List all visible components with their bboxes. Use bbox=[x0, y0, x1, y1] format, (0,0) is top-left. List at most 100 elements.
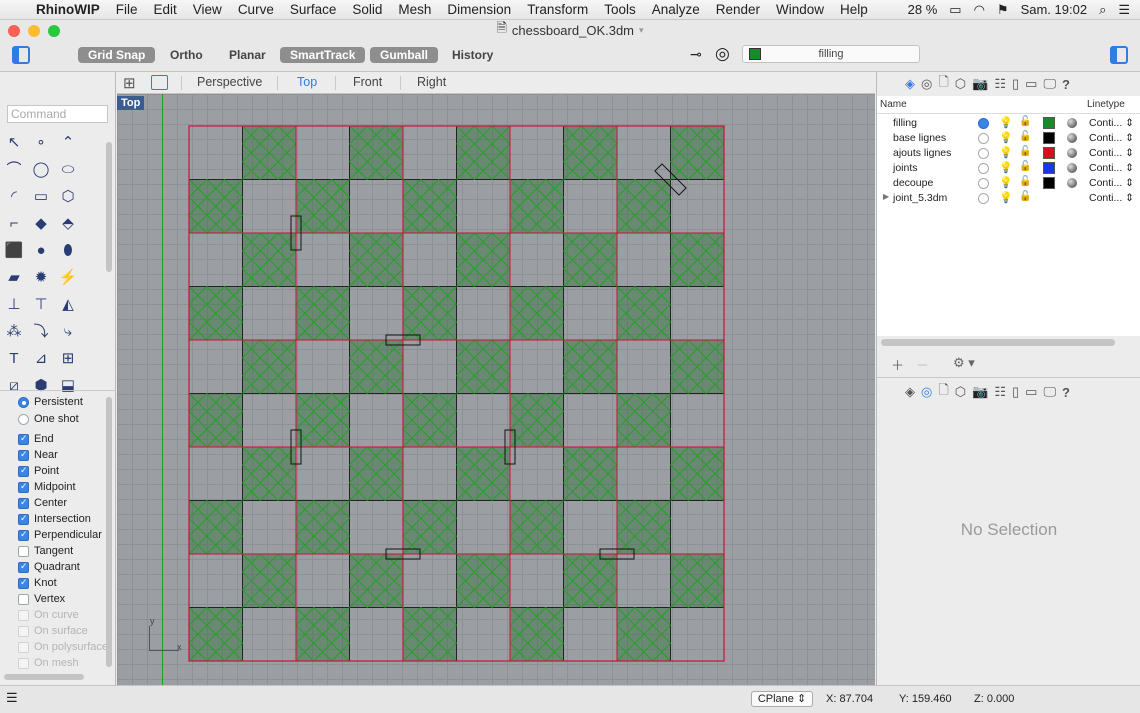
current-layer-radio[interactable] bbox=[978, 178, 989, 189]
lightbulb-icon[interactable]: 💡 bbox=[999, 176, 1013, 189]
layer-row[interactable]: filling 💡 🔓 Conti... ⇕ bbox=[877, 116, 1140, 131]
join-icon[interactable]: ⤵ bbox=[30, 321, 52, 343]
menu-view[interactable]: View bbox=[185, 2, 230, 17]
boolean-icon[interactable]: ⚡ bbox=[57, 267, 79, 289]
layer-color-swatch[interactable] bbox=[1043, 177, 1055, 189]
osnap-tangent[interactable]: Tangent bbox=[18, 544, 73, 558]
layer-name[interactable]: joints bbox=[893, 162, 918, 174]
layer-name[interactable]: decoupe bbox=[893, 177, 933, 189]
menu-curve[interactable]: Curve bbox=[230, 2, 282, 17]
menu-dimension[interactable]: Dimension bbox=[439, 2, 519, 17]
toggle-left-sidebar-button[interactable] bbox=[12, 46, 30, 64]
layout-icon[interactable]: ▯ bbox=[1012, 76, 1019, 92]
layer-color-swatch[interactable] bbox=[1043, 132, 1055, 144]
lights-icon[interactable]: ☷ bbox=[994, 76, 1006, 92]
layer-color-swatch[interactable] bbox=[1043, 147, 1055, 159]
gear-solid-icon[interactable]: ✹ bbox=[30, 267, 52, 289]
menu-transform[interactable]: Transform bbox=[519, 2, 596, 17]
layer-name[interactable]: filling bbox=[893, 117, 917, 129]
four-viewports-icon[interactable]: ⊞ bbox=[123, 74, 136, 92]
layer-row[interactable]: base lignes 💡 🔓 Conti... ⇕ bbox=[877, 131, 1140, 146]
checkbox[interactable] bbox=[18, 481, 29, 493]
group-icon[interactable]: ⁂ bbox=[3, 321, 25, 343]
box-icon[interactable]: ⬛ bbox=[3, 240, 25, 262]
battery-icon[interactable]: ▭ bbox=[949, 2, 961, 18]
curve-icon[interactable]: ⌒ bbox=[3, 159, 25, 181]
properties-icon[interactable]: ◎ bbox=[921, 76, 932, 92]
object-icon[interactable]: ⬡ bbox=[955, 384, 966, 400]
split-icon[interactable]: ⊤ bbox=[30, 294, 52, 316]
lock-icon[interactable]: 🔓 bbox=[1019, 176, 1031, 187]
window-icon[interactable]: ▭ bbox=[1025, 76, 1037, 92]
trim-icon[interactable]: ⊥ bbox=[3, 294, 25, 316]
layers-header-name[interactable]: Name bbox=[880, 96, 907, 113]
arc-icon[interactable]: ◜ bbox=[3, 186, 25, 208]
text-icon[interactable]: T bbox=[3, 348, 25, 370]
osnap-scrollbar[interactable] bbox=[106, 397, 112, 667]
cplane-selector[interactable]: CPlane ⇕ bbox=[751, 691, 813, 707]
linetype-selector[interactable]: Conti... ⇕ bbox=[1089, 177, 1134, 189]
osnap-center[interactable]: Center bbox=[18, 496, 67, 510]
material-icon[interactable] bbox=[1067, 178, 1077, 188]
point-icon[interactable]: ∘ bbox=[30, 132, 52, 154]
linetype-selector[interactable]: Conti... ⇕ bbox=[1089, 192, 1134, 204]
osnap-quadrant[interactable]: Quadrant bbox=[18, 560, 80, 574]
current-layer-selector[interactable]: filling bbox=[742, 45, 920, 63]
menu-app[interactable]: RhinoWIP bbox=[34, 2, 108, 17]
checkbox[interactable] bbox=[18, 593, 29, 605]
remove-layer-button[interactable]: － bbox=[916, 355, 929, 374]
analyze-icon[interactable]: ⬓ bbox=[57, 375, 79, 397]
tab-top[interactable]: Top bbox=[297, 75, 317, 89]
camera-icon[interactable]: 📷 bbox=[972, 76, 988, 92]
radio-persistent[interactable] bbox=[18, 396, 29, 408]
ellipse-icon[interactable]: ⬭ bbox=[57, 159, 79, 181]
tab-perspective[interactable]: Perspective bbox=[197, 75, 262, 89]
gear-icon[interactable]: ⚙ ▾ bbox=[953, 355, 975, 374]
layer-row[interactable]: decoupe 💡 🔓 Conti... ⇕ bbox=[877, 176, 1140, 191]
lock-icon[interactable]: 🔓 bbox=[1019, 146, 1031, 157]
checkbox[interactable] bbox=[18, 529, 29, 541]
transform-icon[interactable]: ⧄ bbox=[3, 375, 25, 397]
lock-icon[interactable]: 🔓 bbox=[1019, 191, 1031, 202]
zoom-window-button[interactable] bbox=[48, 25, 60, 37]
chevron-down-icon[interactable]: ▾ bbox=[639, 25, 644, 36]
mesh-icon[interactable]: ◭ bbox=[57, 294, 79, 316]
current-layer-radio[interactable] bbox=[978, 148, 989, 159]
layer-name[interactable]: base lignes bbox=[893, 132, 946, 144]
osnap-perpendicular[interactable]: Perpendicular bbox=[18, 528, 102, 542]
layers-icon[interactable]: ◈ bbox=[905, 384, 915, 400]
lightbulb-icon[interactable]: 💡 bbox=[999, 191, 1013, 204]
wifi-icon[interactable]: ◠ bbox=[974, 2, 985, 18]
close-window-button[interactable] bbox=[8, 25, 20, 37]
search-icon[interactable]: ⌕ bbox=[1099, 2, 1106, 18]
osnap-knot[interactable]: Knot bbox=[18, 576, 57, 590]
menu-analyze[interactable]: Analyze bbox=[644, 2, 708, 17]
checkbox[interactable] bbox=[18, 497, 29, 509]
linetype-selector[interactable]: Conti... ⇕ bbox=[1089, 117, 1134, 129]
layers-header-linetype[interactable]: Linetype bbox=[1087, 96, 1125, 113]
lightbulb-icon[interactable]: 💡 bbox=[999, 131, 1013, 144]
material-icon[interactable] bbox=[1067, 148, 1077, 158]
minimize-window-button[interactable] bbox=[28, 25, 40, 37]
camera-icon[interactable]: 📷 bbox=[972, 384, 988, 400]
flag-icon[interactable]: ⚑ bbox=[997, 2, 1009, 18]
menu-help[interactable]: Help bbox=[832, 2, 876, 17]
render-icon[interactable]: ⬢ bbox=[30, 375, 52, 397]
help-icon[interactable]: ? bbox=[1062, 385, 1070, 400]
display-icon[interactable]: 🖵 bbox=[1043, 384, 1056, 400]
command-input[interactable]: Command bbox=[7, 105, 108, 123]
document-icon[interactable]: 🗋 bbox=[938, 73, 948, 95]
layers-icon[interactable]: ◈ bbox=[905, 76, 915, 92]
menu-window[interactable]: Window bbox=[768, 2, 832, 17]
layers-hscrollbar[interactable] bbox=[881, 339, 1115, 346]
fillet-icon[interactable]: ⌐ bbox=[3, 213, 25, 235]
linetype-selector[interactable]: Conti... ⇕ bbox=[1089, 162, 1134, 174]
left-hscrollbar[interactable] bbox=[4, 674, 84, 680]
lightbulb-icon[interactable]: 💡 bbox=[999, 146, 1013, 159]
menu-file[interactable]: File bbox=[108, 2, 146, 17]
menu-surface[interactable]: Surface bbox=[282, 2, 345, 17]
single-viewport-icon[interactable] bbox=[151, 75, 168, 90]
current-layer-radio[interactable] bbox=[978, 118, 989, 129]
lock-icon[interactable]: 🔓 bbox=[1019, 131, 1031, 142]
polyline-icon[interactable]: ⌃ bbox=[57, 132, 79, 154]
